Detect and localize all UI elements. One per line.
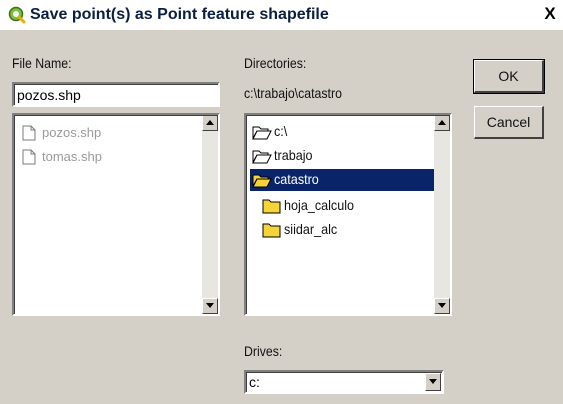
arrow-down-icon — [438, 303, 446, 308]
folder-icon — [262, 198, 282, 217]
chevron-down-icon — [429, 379, 437, 384]
file-list[interactable]: pozos.shp tomas.shp — [12, 113, 220, 316]
drives-select[interactable]: c: — [244, 370, 444, 394]
directory-item-hoja-calculo[interactable]: hoja_calculo — [260, 195, 420, 217]
qgis-icon — [8, 6, 26, 24]
scroll-up-button[interactable] — [202, 115, 218, 131]
directory-item-catastro[interactable]: catastro — [250, 169, 434, 191]
arrow-down-icon — [206, 303, 214, 308]
directory-item-trabajo[interactable]: trabajo — [250, 145, 410, 167]
file-name-input[interactable]: pozos.shp — [12, 82, 220, 107]
close-icon[interactable]: X — [543, 5, 557, 23]
title-bar: Save point(s) as Point feature shapefile… — [0, 0, 563, 30]
arrow-up-icon — [206, 120, 214, 125]
scroll-down-button[interactable] — [434, 298, 450, 314]
current-path: c:\trabajo\catastro — [244, 85, 342, 101]
file-list-scrollbar[interactable] — [202, 115, 218, 314]
document-icon — [22, 125, 36, 144]
directory-label: trabajo — [274, 147, 313, 163]
open-folder-icon — [252, 172, 272, 191]
drives-label: Drives: — [244, 343, 283, 359]
document-icon — [22, 149, 36, 168]
scroll-down-button[interactable] — [202, 298, 218, 314]
file-name-text: pozos.shp — [42, 125, 102, 140]
directory-item-siidar-alc[interactable]: siidar_alc — [260, 219, 420, 241]
drives-dropdown-button[interactable] — [425, 373, 441, 391]
drives-selected-value: c: — [249, 374, 260, 390]
directory-item-root[interactable]: c:\ — [250, 121, 410, 143]
scroll-up-button[interactable] — [434, 115, 450, 131]
open-folder-icon — [252, 148, 272, 167]
open-folder-icon — [252, 124, 272, 143]
file-name-text: tomas.shp — [42, 149, 102, 164]
directory-label: siidar_alc — [284, 221, 338, 237]
cancel-button[interactable]: Cancel — [474, 106, 544, 139]
window-title: Save point(s) as Point feature shapefile — [30, 6, 329, 23]
directory-list[interactable]: c:\ trabajo catastro hoja_calculo siidar… — [244, 113, 452, 316]
ok-button[interactable]: OK — [473, 59, 545, 94]
directories-label: Directories: — [244, 55, 307, 71]
directory-label: hoja_calculo — [284, 197, 355, 213]
directory-label: c:\ — [274, 123, 288, 139]
arrow-up-icon — [438, 120, 446, 125]
directory-list-scrollbar[interactable] — [434, 115, 450, 314]
folder-icon — [262, 222, 282, 241]
save-dialog: Save point(s) as Point feature shapefile… — [0, 0, 563, 404]
directory-label: catastro — [274, 171, 319, 187]
file-name-label: File Name: — [12, 55, 72, 71]
